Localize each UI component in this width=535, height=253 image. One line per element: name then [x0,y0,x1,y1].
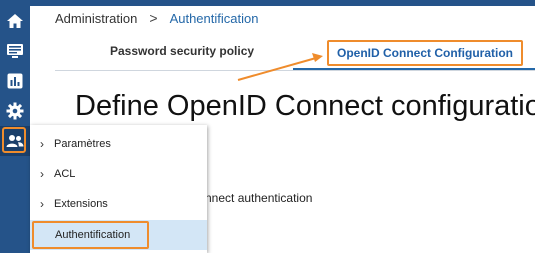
breadcrumb-current[interactable]: Authentification [170,11,259,26]
sidebar-administration-button[interactable] [0,126,30,156]
tab-bar: Password security policy OpenID Connect … [55,36,535,72]
orange-highlight-box [32,221,149,249]
sidebar-home-button[interactable] [0,6,30,36]
tab-password-security-policy[interactable]: Password security policy [110,44,254,58]
menu-item-parametres[interactable]: › Paramètres [30,129,207,159]
page-title: Define OpenID Connect configuration [75,90,535,122]
menu-item-label: ACL [54,168,76,180]
menu-item-extensions[interactable]: › Extensions [30,189,207,219]
administration-submenu: › Paramètres › ACL › Extensions Authenti… [30,125,207,253]
gear-icon [6,102,24,120]
chevron-right-icon: › [40,167,44,181]
orange-highlight-box [2,127,26,153]
chevron-right-icon: › [40,197,44,211]
sidebar-reports-button[interactable] [0,66,30,96]
section-label: nnect authentication [205,191,313,205]
menu-item-acl[interactable]: › ACL [30,159,207,189]
menu-item-label: Paramètres [54,138,111,150]
top-bar [30,0,535,6]
sidebar-configuration-button[interactable] [0,96,30,126]
home-icon [6,12,24,30]
breadcrumb-separator: > [149,10,158,26]
tab-divider [55,70,535,71]
breadcrumb-root[interactable]: Administration [55,11,137,26]
menu-item-authentification[interactable]: Authentification [30,220,207,250]
menu-item-label: Extensions [54,198,108,210]
monitor-icon [6,42,24,60]
chevron-right-icon: › [40,137,44,151]
sidebar [0,0,30,253]
sidebar-monitoring-button[interactable] [0,36,30,66]
chart-icon [6,72,24,90]
tab-openid-connect-configuration[interactable]: OpenID Connect Configuration [327,40,523,66]
active-tab-underline [293,68,535,70]
breadcrumb: Administration > Authentification [55,10,258,26]
